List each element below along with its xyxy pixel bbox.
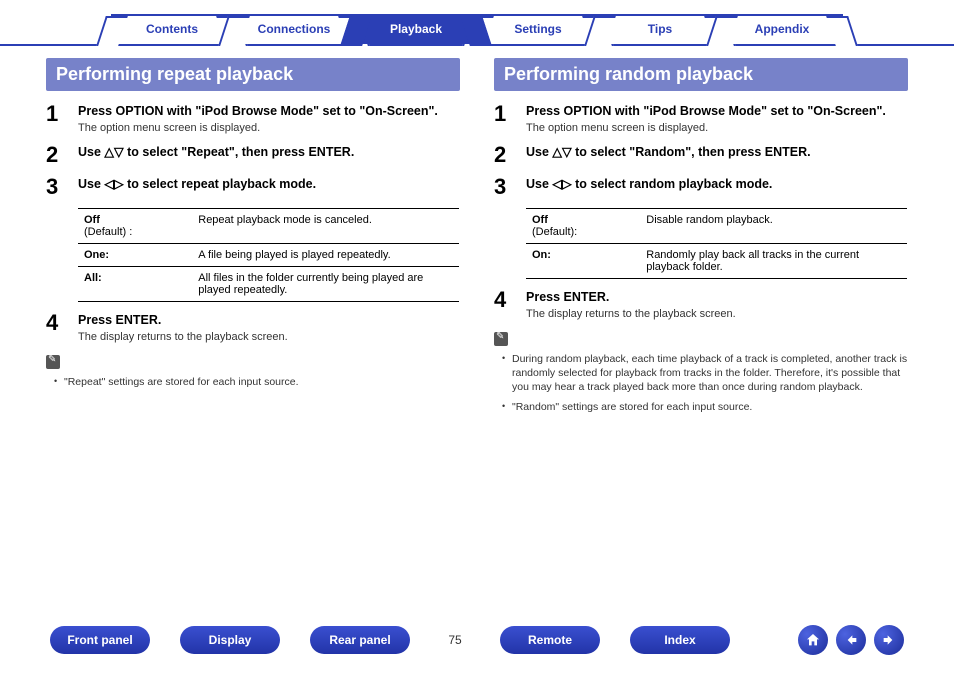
step-title: Use △▽ to select "Repeat", then press EN… [78, 144, 460, 161]
step-subtitle: The option menu screen is displayed. [78, 122, 460, 134]
display-button[interactable]: Display [180, 626, 280, 654]
top-nav: Contents Connections Playback Settings T… [0, 0, 954, 46]
note-block: During random playback, each time playba… [494, 330, 908, 415]
note-item: "Repeat" settings are stored for each in… [54, 375, 460, 389]
step-title: Press OPTION with "iPod Browse Mode" set… [526, 103, 908, 120]
note-item: "Random" settings are stored for each in… [502, 400, 908, 414]
remote-button[interactable]: Remote [500, 626, 600, 654]
step-number: 3 [46, 176, 68, 198]
footer: Front panel Display Rear panel 75 Remote… [0, 625, 954, 655]
options-table-random: Off(Default): Disable random playback. O… [526, 208, 907, 279]
table-row: One: A file being played is played repea… [78, 243, 459, 266]
step-number: 4 [494, 289, 516, 320]
front-panel-button[interactable]: Front panel [50, 626, 150, 654]
step-subtitle: The display returns to the playback scre… [78, 331, 460, 343]
table-row: On: Randomly play back all tracks in the… [526, 243, 907, 278]
arrow-right-icon [881, 632, 897, 648]
prev-page-button[interactable] [836, 625, 866, 655]
step-number: 1 [46, 103, 68, 134]
tab-tips[interactable]: Tips [599, 14, 721, 44]
note-icon [46, 355, 60, 369]
tab-settings[interactable]: Settings [477, 14, 599, 44]
next-page-button[interactable] [874, 625, 904, 655]
step-title: Use ◁▷ to select repeat playback mode. [78, 176, 460, 193]
heading-random: Performing random playback [494, 58, 908, 91]
step-number: 2 [46, 144, 68, 166]
step-subtitle: The option menu screen is displayed. [526, 122, 908, 134]
rear-panel-button[interactable]: Rear panel [310, 626, 410, 654]
table-row: Off(Default): Disable random playback. [526, 208, 907, 243]
note-icon [494, 332, 508, 346]
column-random: Performing random playback 1 Press OPTIO… [494, 58, 908, 420]
note-block: "Repeat" settings are stored for each in… [46, 353, 460, 389]
step-number: 1 [494, 103, 516, 134]
tab-playback[interactable]: Playback [355, 14, 477, 44]
column-repeat: Performing repeat playback 1 Press OPTIO… [46, 58, 460, 420]
arrow-left-icon [843, 632, 859, 648]
step-subtitle: The display returns to the playback scre… [526, 308, 908, 320]
tab-appendix[interactable]: Appendix [721, 14, 843, 44]
note-item: During random playback, each time playba… [502, 352, 908, 395]
home-icon [805, 632, 821, 648]
step-title: Press OPTION with "iPod Browse Mode" set… [78, 103, 460, 120]
tab-contents[interactable]: Contents [111, 14, 233, 44]
heading-repeat: Performing repeat playback [46, 58, 460, 91]
options-table-repeat: Off(Default) : Repeat playback mode is c… [78, 208, 459, 302]
step-number: 3 [494, 176, 516, 198]
step-title: Press ENTER. [78, 312, 460, 329]
step-number: 4 [46, 312, 68, 343]
table-row: Off(Default) : Repeat playback mode is c… [78, 208, 459, 243]
index-button[interactable]: Index [630, 626, 730, 654]
step-title: Press ENTER. [526, 289, 908, 306]
step-title: Use ◁▷ to select random playback mode. [526, 176, 908, 193]
step-number: 2 [494, 144, 516, 166]
step-title: Use △▽ to select "Random", then press EN… [526, 144, 908, 161]
tab-connections[interactable]: Connections [233, 14, 355, 44]
page-number: 75 [440, 633, 470, 647]
home-button[interactable] [798, 625, 828, 655]
table-row: All: All files in the folder currently b… [78, 266, 459, 301]
